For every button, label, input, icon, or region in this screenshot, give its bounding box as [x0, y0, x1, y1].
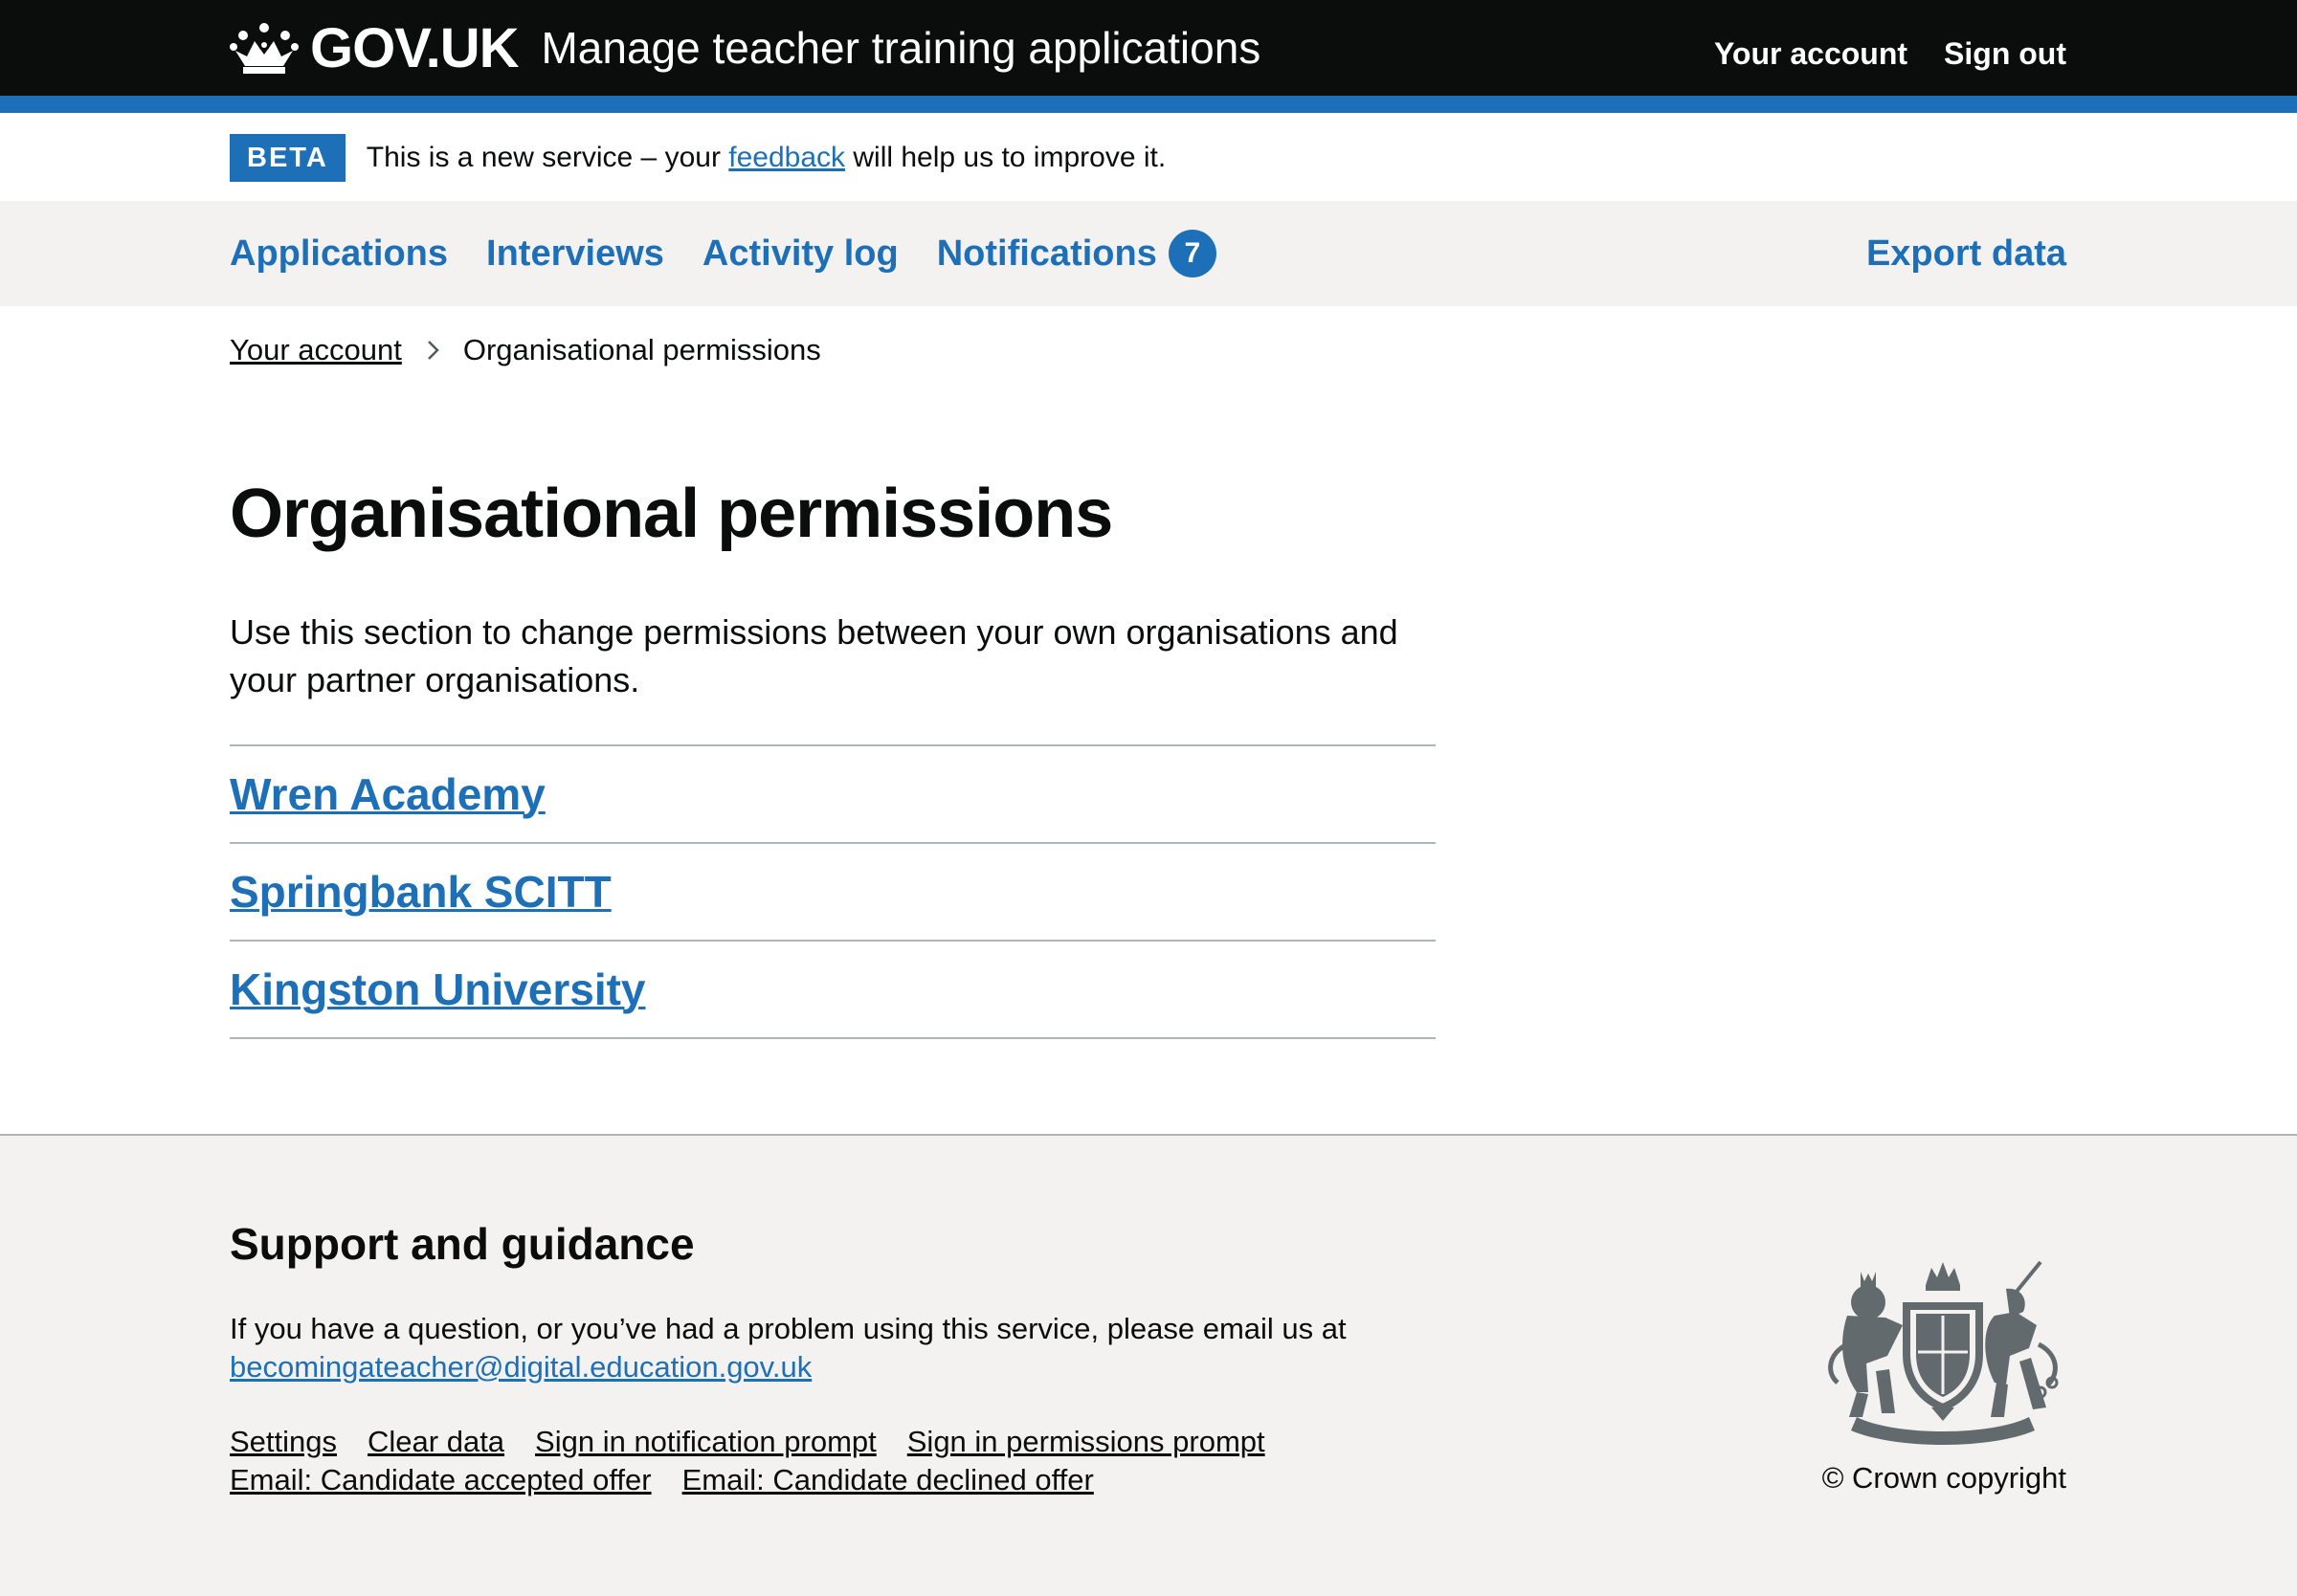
list-item: Wren Academy — [230, 746, 1436, 844]
list-item: Kingston University — [230, 942, 1436, 1039]
nav-notifications-label: Notifications — [936, 233, 1157, 274]
organisation-list: Wren Academy Springbank SCITT Kingston U… — [230, 744, 1436, 1039]
crown-copyright: © Crown copyright — [1822, 1461, 2066, 1496]
breadcrumb-current: Organisational permissions — [462, 333, 821, 366]
service-name-link[interactable]: Manage teacher training applications — [541, 22, 1260, 74]
footer-help-copy: If you have a question, or you’ve had a … — [230, 1312, 1347, 1345]
govuk-logo-text: GOV.UK — [310, 16, 519, 79]
header-blue-bar — [0, 96, 2297, 113]
nav-applications[interactable]: Applications — [230, 233, 448, 275]
govuk-logo-link[interactable]: GOV.UK — [230, 16, 519, 80]
nav-activity-log[interactable]: Activity log — [702, 233, 899, 275]
export-data-link[interactable]: Export data — [1866, 233, 2066, 275]
footer-link-email-declined-offer[interactable]: Email: Candidate declined offer — [682, 1463, 1094, 1496]
notifications-count-badge: 7 — [1168, 230, 1216, 277]
phase-banner: BETA This is a new service – your feedba… — [0, 113, 2297, 201]
support-email-link[interactable]: becomingateacher@digital.education.gov.u… — [230, 1350, 812, 1384]
footer-heading: Support and guidance — [230, 1219, 695, 1269]
footer-link-email-accepted-offer[interactable]: Email: Candidate accepted offer — [230, 1463, 652, 1496]
list-item: Springbank SCITT — [230, 844, 1436, 942]
footer-links: Settings Clear data Sign in notification p… — [230, 1423, 1378, 1499]
breadcrumb-chevron-icon — [427, 341, 439, 360]
nav-interviews[interactable]: Interviews — [486, 233, 664, 275]
phase-banner-text: This is a new service – your feedback wi… — [367, 142, 1166, 174]
beta-tag: BETA — [230, 134, 346, 182]
account-nav: Your account Sign out — [1714, 36, 2066, 72]
footer-link-sign-in-notification-prompt[interactable]: Sign in notification prompt — [535, 1425, 877, 1458]
footer-link-settings[interactable]: Settings — [230, 1425, 337, 1458]
footer-help-text: If you have a question, or you’ve had a … — [230, 1310, 1474, 1386]
organisation-link[interactable]: Wren Academy — [230, 768, 546, 820]
organisation-link[interactable]: Springbank SCITT — [230, 866, 612, 918]
footer-link-clear-data[interactable]: Clear data — [368, 1425, 504, 1458]
page-title: Organisational permissions — [230, 476, 1113, 552]
royal-crest-icon — [1828, 1260, 2059, 1445]
page-description: Use this section to change permissions b… — [230, 612, 1398, 699]
phase-text-before: This is a new service – your — [366, 142, 729, 173]
breadcrumb: Your account Organisational permissions — [230, 333, 821, 367]
primary-navigation: Applications Interviews Activity log Not… — [0, 201, 2297, 306]
nav-notifications[interactable]: Notifications 7 — [937, 230, 1216, 277]
sign-out-link[interactable]: Sign out — [1944, 36, 2066, 72]
site-footer: Support and guidance If you have a quest… — [0, 1134, 2297, 1596]
organisation-link[interactable]: Kingston University — [230, 964, 646, 1015]
site-header: GOV.UK Manage teacher training applicati… — [0, 0, 2297, 96]
feedback-link[interactable]: feedback — [728, 142, 845, 173]
breadcrumb-your-account[interactable]: Your account — [230, 333, 402, 367]
your-account-link[interactable]: Your account — [1714, 36, 1907, 72]
footer-link-sign-in-permissions-prompt[interactable]: Sign in permissions prompt — [907, 1425, 1265, 1458]
phase-text-after: will help us to improve it. — [845, 142, 1167, 173]
crown-copyright-link[interactable]: © Crown copyright — [1822, 1461, 2066, 1495]
crown-icon — [230, 23, 299, 74]
